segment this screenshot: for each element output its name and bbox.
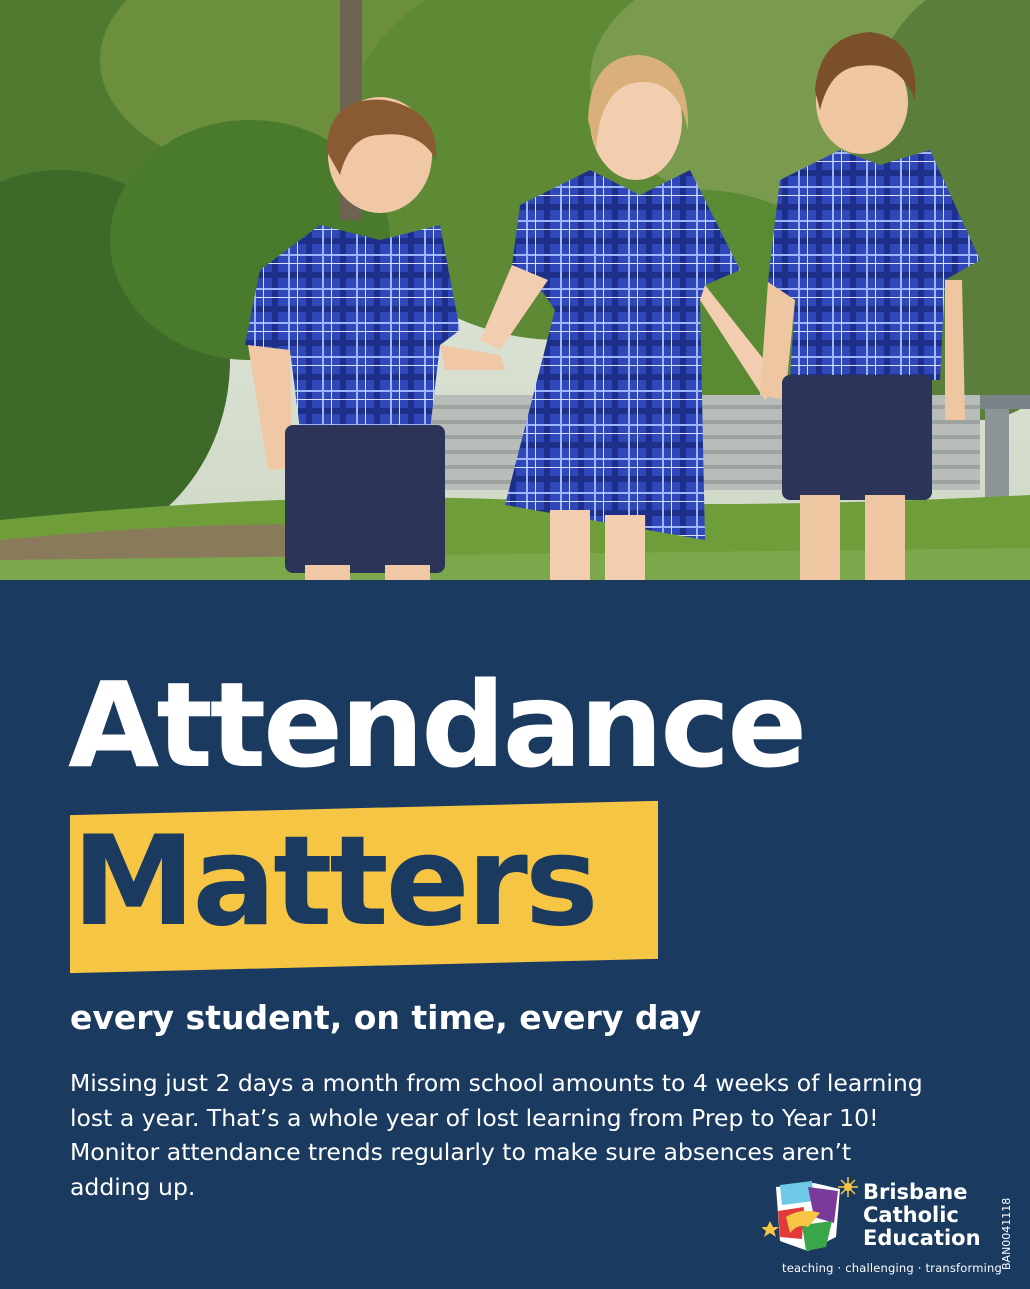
subtitle: every student, on time, every day <box>70 998 702 1037</box>
logo-tagline: teaching · challenging · transforming <box>782 1261 1003 1275</box>
text-panel: Attendance Matters every student, on tim… <box>0 580 1030 1289</box>
body-line: Monitor attendance trends regularly to m… <box>70 1138 852 1166</box>
logo-name-line: Education <box>863 1226 981 1250</box>
headline-attendance: Attendance <box>68 656 807 794</box>
bce-logo-icon <box>761 1177 858 1261</box>
bce-logo: Brisbane Catholic Education teaching · c… <box>760 1175 1010 1275</box>
body-line: lost a year. That’s a whole year of lost… <box>70 1103 879 1132</box>
logo-name-line: Brisbane <box>863 1180 968 1204</box>
headline-matters: Matters <box>72 810 599 954</box>
children-photo <box>0 0 1030 580</box>
body-line: Missing just 2 days a month from school … <box>70 1069 923 1097</box>
document-code: BAN0041118 <box>1000 1197 1013 1270</box>
poster: Attendance Matters every student, on tim… <box>0 0 1030 1289</box>
logo-name-line: Catholic <box>863 1203 959 1227</box>
bce-logo-name: Brisbane Catholic Education <box>863 1181 981 1250</box>
